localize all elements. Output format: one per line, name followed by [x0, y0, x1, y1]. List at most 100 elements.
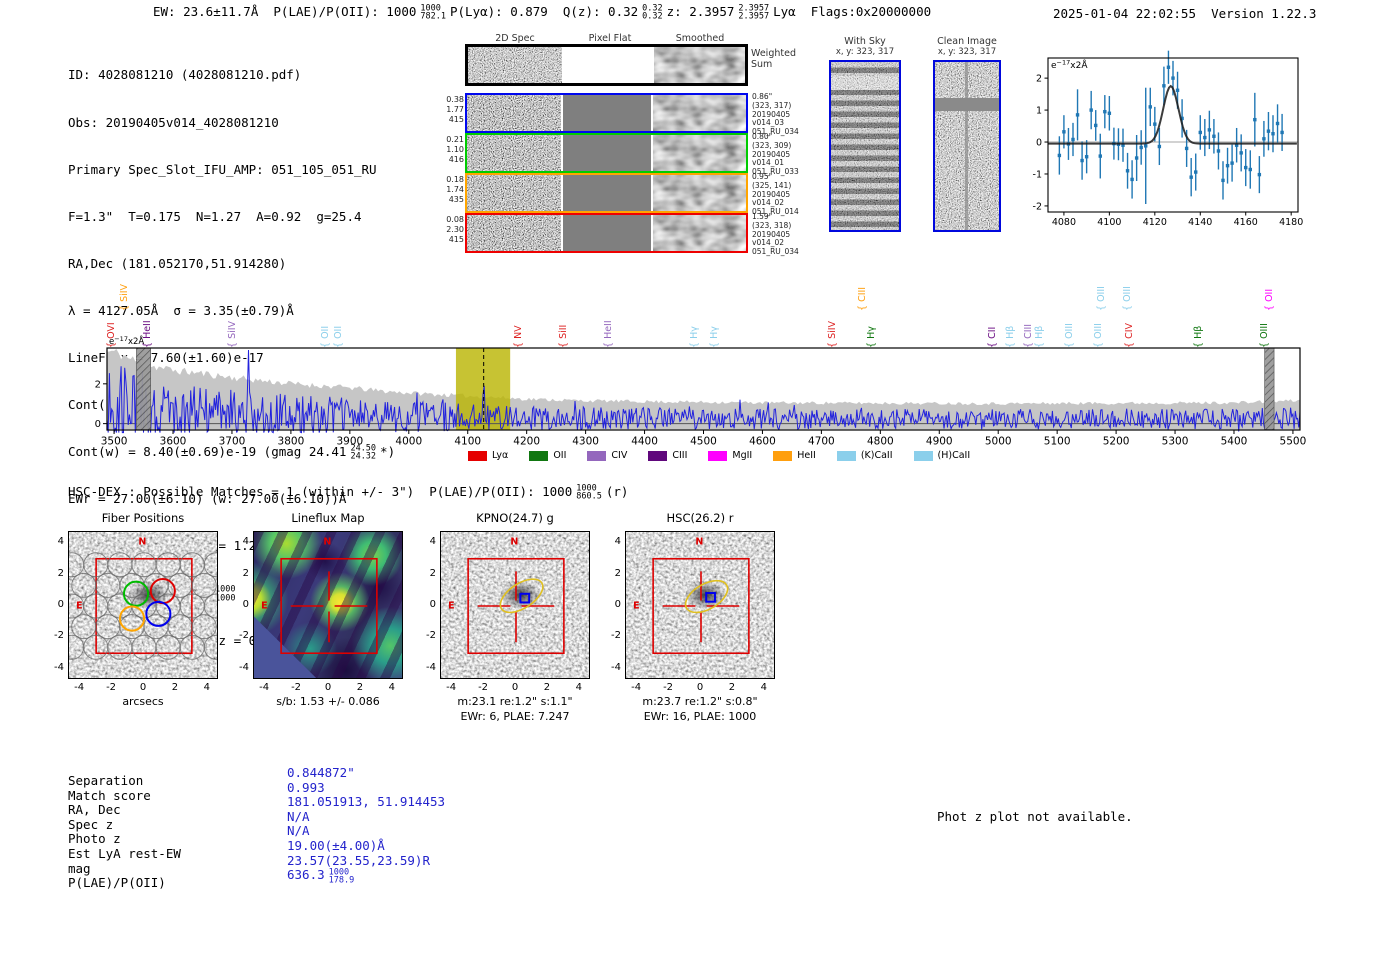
withsky-title: With Sky — [829, 36, 901, 47]
fiber-smoothed-image — [653, 215, 746, 251]
match-row-value: N/A — [287, 810, 445, 825]
svg-text:2: 2 — [1036, 74, 1042, 85]
y-tick-label: -4 — [227, 662, 249, 673]
y-tick-label: -4 — [599, 662, 621, 673]
svg-text:5000: 5000 — [985, 436, 1012, 448]
legend-swatch — [773, 451, 792, 461]
legend-swatch — [468, 451, 487, 461]
line-label-ciii: { CIII — [858, 287, 867, 311]
y-tick-label: -2 — [414, 630, 436, 641]
x-tick-label: 4 — [569, 682, 589, 693]
x-tick-label: -4 — [626, 682, 646, 693]
svg-text:4400: 4400 — [631, 436, 658, 448]
svg-text:4140: 4140 — [1188, 217, 1212, 228]
match-row-value: 23.57(23.55,23.59)R — [287, 854, 445, 869]
cutout-image-3: NE — [440, 531, 590, 679]
y-tick-label: 2 — [227, 568, 249, 579]
cutout-xlabel: m:23.7 re:1.2" s:0.8" — [595, 695, 805, 708]
legend-item: MgII — [708, 450, 752, 461]
x-tick-label: 0 — [133, 682, 153, 693]
cutout-image-1: NE — [68, 531, 218, 679]
hsc-plae-fraction: 1000860.5 — [576, 485, 602, 501]
cutout-xlabel: s/b: 1.53 +/- 0.086 — [223, 695, 433, 708]
fiber-pixelflat-image — [563, 95, 651, 131]
line-fit-chart: -2-1012408041004120414041604180e−17x2Å — [1030, 50, 1310, 235]
weighted-2dspec-image — [468, 47, 562, 83]
svg-text:E: E — [448, 600, 455, 611]
svg-text:3700: 3700 — [219, 436, 246, 448]
match-plae-fraction: 1000178.9 — [329, 869, 355, 885]
svg-text:4180: 4180 — [1279, 217, 1303, 228]
x-tick-label: 2 — [350, 682, 370, 693]
x-tick-label: -2 — [473, 682, 493, 693]
svg-text:4600: 4600 — [749, 436, 776, 448]
y-tick-label: 4 — [42, 536, 64, 547]
x-tick-label: -4 — [441, 682, 461, 693]
info-id: ID: 4028081210 (4028081210.pdf) — [68, 67, 395, 83]
cutout-title-3: KPNO(24.7) g — [420, 511, 610, 525]
legend-item: OII — [529, 450, 566, 461]
y-tick-label: 0 — [42, 599, 64, 610]
x-tick-label: 2 — [537, 682, 557, 693]
legend-label: HeII — [797, 450, 816, 461]
y-tick-label: -2 — [599, 630, 621, 641]
svg-text:e−17x2Å: e−17x2Å — [109, 335, 144, 347]
y-tick-label: 4 — [227, 536, 249, 547]
match-table-labels: SeparationMatch scoreRA, DecSpec zPhoto … — [68, 774, 181, 891]
svg-text:e−17x2Å: e−17x2Å — [1051, 59, 1088, 72]
svg-text:E: E — [633, 600, 640, 611]
fiber-smoothed-image — [653, 135, 746, 171]
legend-item: (H)CaII — [914, 450, 971, 461]
y-tick-label: -2 — [227, 630, 249, 641]
spec2d-header-3: Smoothed — [655, 33, 745, 44]
elixer-report-page: { "header": { "p1": "EW: 23.6±11.7Å P(LA… — [0, 0, 1400, 953]
fiber-row-weights: 0.181.74435 — [438, 175, 464, 206]
match-row-value: N/A — [287, 824, 445, 839]
match-row-label: mag — [68, 862, 181, 877]
svg-text:1: 1 — [1036, 106, 1042, 117]
qz-fraction: 0.320.32 — [642, 5, 662, 21]
spec2d-row — [465, 93, 748, 133]
line-label-oii: { OII — [1265, 289, 1274, 311]
svg-text:4160: 4160 — [1234, 217, 1258, 228]
match-row-label: P(LAE)/P(OII) — [68, 876, 181, 891]
legend-label: CIV — [611, 450, 627, 461]
svg-text:5400: 5400 — [1221, 436, 1248, 448]
svg-text:4100: 4100 — [454, 436, 481, 448]
fiber-row-meta: 0.95"(325, 141)20190405v014_02051_RU_014 — [752, 173, 824, 217]
x-tick-label: 4 — [382, 682, 402, 693]
cutout-xlabel: m:23.1 re:1.2" s:1.1" — [410, 695, 620, 708]
svg-text:4000: 4000 — [395, 436, 422, 448]
withsky-coords: x, y: 323, 317 — [829, 47, 901, 57]
legend-label: OII — [553, 450, 566, 461]
match-row-label: Spec z — [68, 818, 181, 833]
fiber-pixelflat-image — [563, 135, 651, 171]
x-tick-label: 4 — [754, 682, 774, 693]
photz-note: Phot z plot not available. — [937, 809, 1133, 824]
withsky-image — [829, 60, 901, 232]
svg-text:E: E — [261, 600, 268, 611]
match-row-label: Est LyA rest-EW — [68, 847, 181, 862]
legend-label: Lyα — [492, 450, 508, 461]
legend-swatch — [529, 451, 548, 461]
fiber-2dspec-image — [467, 175, 561, 211]
svg-text:4700: 4700 — [808, 436, 835, 448]
x-tick-label: 0 — [690, 682, 710, 693]
svg-text:N: N — [510, 537, 518, 548]
weighted-pixelflat-image — [564, 47, 652, 83]
y-tick-label: -4 — [42, 662, 64, 673]
svg-text:0: 0 — [1036, 138, 1042, 149]
legend-item: CIII — [648, 450, 687, 461]
match-row-label: RA, Dec — [68, 803, 181, 818]
y-tick-label: 2 — [42, 568, 64, 579]
legend-swatch — [708, 451, 727, 461]
spec2d-header-1: 2D Spec — [470, 33, 560, 44]
header-plya-qz: P(Lyα): 0.879 Q(z): 0.32 — [450, 4, 638, 19]
y-tick-label: 4 — [414, 536, 436, 547]
svg-text:4200: 4200 — [513, 436, 540, 448]
legend-label: (H)CaII — [938, 450, 971, 461]
report-datetime: 2025-01-04 22:02:55 — [1053, 6, 1196, 21]
legend-item: CIV — [587, 450, 627, 461]
match-row-value: 0.993 — [287, 781, 445, 796]
fiber-row-weights: 0.211.10416 — [438, 135, 464, 166]
